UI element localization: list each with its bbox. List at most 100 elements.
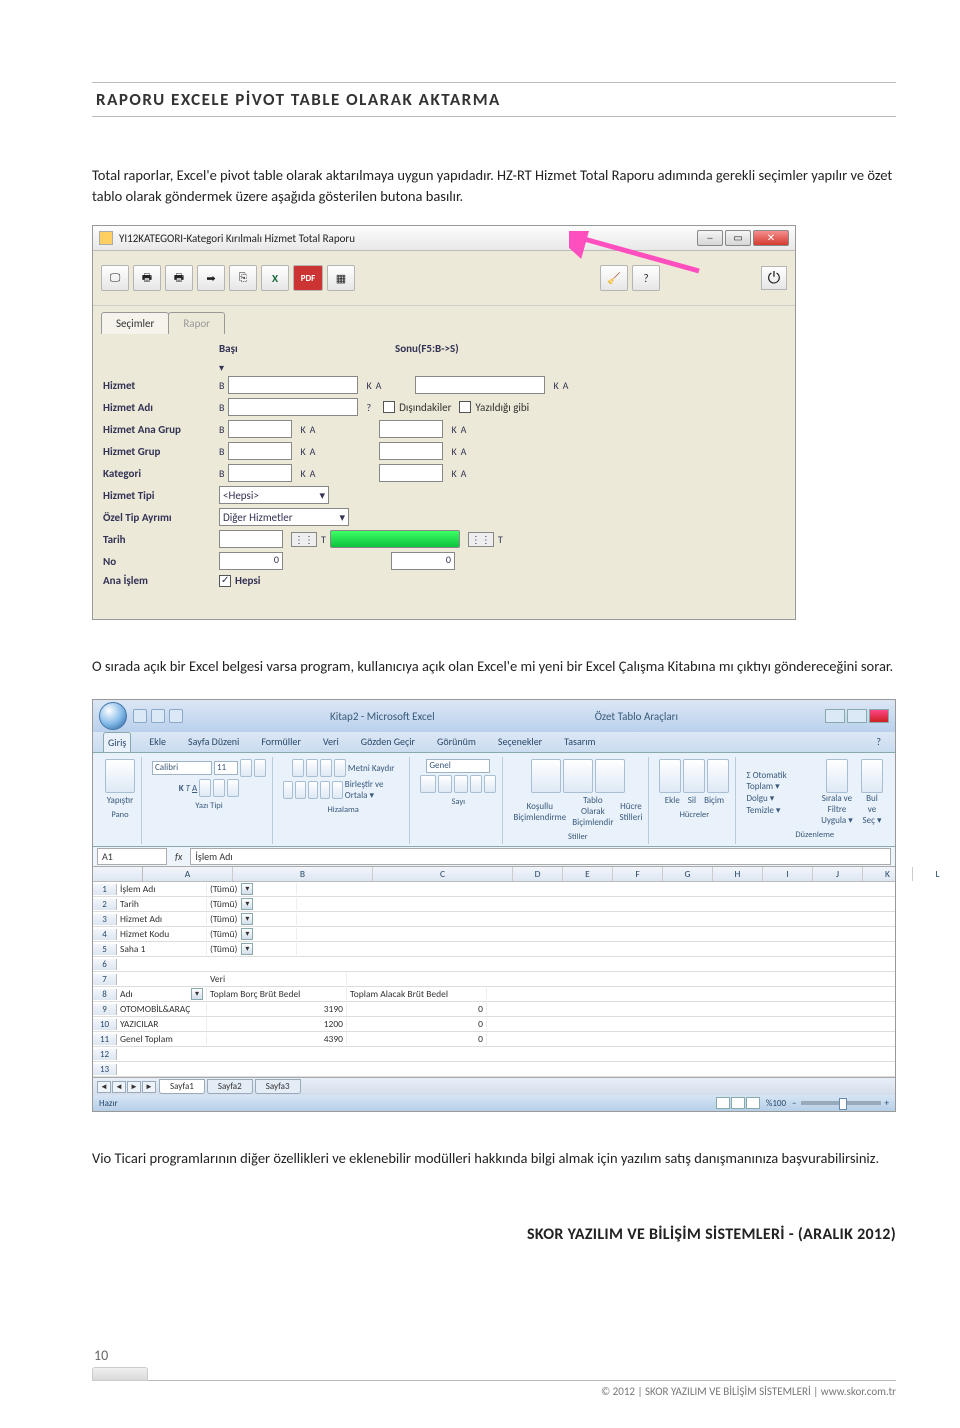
col-L[interactable]: L	[913, 867, 960, 881]
col-E[interactable]: E	[563, 867, 613, 881]
toolbar-pdf-icon[interactable]: PDF	[293, 265, 323, 291]
input-kategori-basi[interactable]	[228, 464, 292, 482]
align-bot-icon[interactable]	[320, 759, 332, 777]
format-as-table-button[interactable]	[563, 759, 593, 793]
view-normal-icon[interactable]	[716, 1097, 730, 1109]
align-right-icon[interactable]	[308, 781, 318, 799]
toolbar-print-icon[interactable]: 🖶	[133, 265, 161, 291]
currency-icon[interactable]	[420, 775, 436, 793]
select-hizmet-tipi[interactable]: <Hepsi>▾	[219, 486, 329, 504]
col-I[interactable]: I	[763, 867, 813, 881]
input-hizmet-adi[interactable]	[228, 398, 358, 416]
toolbar-printsetup-icon[interactable]: 🖶	[165, 265, 193, 291]
zoom-plus-icon[interactable]: +	[885, 1098, 889, 1109]
wrap-text-button[interactable]: Metni Kaydır	[348, 763, 395, 774]
border-icon[interactable]	[199, 779, 211, 797]
merge-button[interactable]: Birleştir ve Ortala ▾	[345, 779, 404, 801]
tab-sayfa-duzeni[interactable]: Sayfa Düzeni	[184, 732, 243, 752]
fill-color-icon[interactable]	[213, 779, 225, 797]
select-all-corner[interactable]	[93, 867, 143, 881]
tab-ekle[interactable]: Ekle	[145, 732, 170, 752]
sheet-nav-next-icon[interactable]: ►	[127, 1081, 141, 1093]
input-hizmet-sonu[interactable]	[415, 376, 545, 394]
col-H[interactable]: H	[713, 867, 763, 881]
dec-dec-icon[interactable]	[484, 775, 496, 793]
format-button[interactable]	[707, 759, 729, 793]
input-anagrup-basi[interactable]	[228, 420, 292, 438]
toolbar-excel-icon[interactable]: X	[261, 265, 289, 291]
col-C[interactable]: C	[373, 867, 513, 881]
tab-veri[interactable]: Veri	[319, 732, 343, 752]
align-top-icon[interactable]	[292, 759, 304, 777]
name-box[interactable]: A1	[97, 848, 167, 865]
window-maximize-icon[interactable]	[847, 709, 867, 723]
tab-rapor[interactable]: Rapor	[168, 312, 225, 334]
autosum-button[interactable]: Σ Otomatik Toplam ▾	[746, 770, 811, 792]
qat-undo-icon[interactable]	[151, 709, 165, 723]
view-layout-icon[interactable]	[731, 1097, 745, 1109]
window-minimize-icon[interactable]	[825, 709, 845, 723]
underline-button[interactable]: A	[192, 783, 197, 794]
chk-disindakiler[interactable]	[383, 401, 395, 413]
clear-button[interactable]: Temizle ▾	[746, 805, 780, 816]
paste-button[interactable]	[105, 759, 135, 793]
align-left-icon[interactable]	[283, 781, 293, 799]
sheet-nav-first-icon[interactable]: ◄	[97, 1081, 111, 1093]
shrink-font-icon[interactable]	[254, 759, 266, 777]
calendar-icon[interactable]: ⋮⋮	[291, 532, 317, 547]
col-B[interactable]: B	[233, 867, 373, 881]
input-grup-basi[interactable]	[228, 442, 292, 460]
tab-formuller[interactable]: Formüller	[257, 732, 305, 752]
bold-button[interactable]: K	[179, 783, 184, 794]
sheet-tab-sayfa2[interactable]: Sayfa2	[207, 1079, 253, 1094]
col-K[interactable]: K	[863, 867, 913, 881]
fill-button[interactable]: Dolgu ▾	[746, 793, 774, 804]
chk-hepsi[interactable]	[219, 575, 231, 587]
delete-button[interactable]	[683, 759, 705, 793]
sheet-nav-last-icon[interactable]: ►	[142, 1081, 156, 1093]
tab-help-icon[interactable]: ?	[872, 732, 885, 752]
toolbar-export-icon[interactable]: ⎘	[229, 265, 257, 291]
office-orb-icon[interactable]	[99, 702, 127, 730]
tab-secenekler[interactable]: Seçenekler	[494, 732, 546, 752]
sheet-tab-sayfa1[interactable]: Sayfa1	[159, 1079, 205, 1094]
close-icon[interactable]: ✕	[753, 230, 789, 246]
number-format-select[interactable]: Genel	[426, 759, 490, 773]
qat-save-icon[interactable]	[133, 709, 147, 723]
toolbar-exit-icon[interactable]: ⏻	[761, 266, 787, 290]
input-no-sonu[interactable]: 0	[391, 552, 455, 570]
input-anagrup-sonu[interactable]	[379, 420, 443, 438]
align-center-icon[interactable]	[295, 781, 305, 799]
tab-tasarim[interactable]: Tasarım	[560, 732, 599, 752]
select-ozel-tip[interactable]: Diğer Hizmetler▾	[219, 508, 349, 526]
maximize-icon[interactable]: ▭	[725, 230, 751, 246]
indent-dec-icon[interactable]	[320, 781, 330, 799]
fontsize-select[interactable]: 11	[214, 761, 238, 775]
sheet-nav-prev-icon[interactable]: ◄	[112, 1081, 126, 1093]
col-G[interactable]: G	[663, 867, 713, 881]
sort-filter-button[interactable]	[826, 759, 848, 793]
comma-icon[interactable]	[454, 775, 468, 793]
percent-icon[interactable]	[438, 775, 452, 793]
formula-input[interactable]: İşlem Adı	[190, 848, 891, 865]
sheet-tab-sayfa3[interactable]: Sayfa3	[255, 1079, 301, 1094]
align-mid-icon[interactable]	[306, 759, 318, 777]
toolbar-pivot-icon[interactable]: ▦	[327, 265, 355, 291]
qat-redo-icon[interactable]	[169, 709, 183, 723]
insert-button[interactable]	[659, 759, 681, 793]
tab-giris[interactable]: Giriş	[103, 732, 131, 752]
cond-format-button[interactable]	[531, 759, 561, 793]
find-select-button[interactable]	[861, 759, 883, 793]
orient-icon[interactable]	[334, 759, 346, 777]
font-color-icon[interactable]	[227, 779, 239, 797]
toolbar-send-icon[interactable]: ➡	[197, 265, 225, 291]
col-D[interactable]: D	[513, 867, 563, 881]
zoom-minus-icon[interactable]: −	[792, 1098, 796, 1109]
tab-secimler[interactable]: Seçimler	[101, 312, 169, 334]
calendar-icon[interactable]: ⋮⋮	[468, 532, 494, 547]
input-grup-sonu[interactable]	[379, 442, 443, 460]
chk-yazildigi[interactable]	[459, 401, 471, 413]
fx-icon[interactable]: fx	[175, 850, 182, 863]
indent-inc-icon[interactable]	[332, 781, 342, 799]
col-J[interactable]: J	[813, 867, 863, 881]
